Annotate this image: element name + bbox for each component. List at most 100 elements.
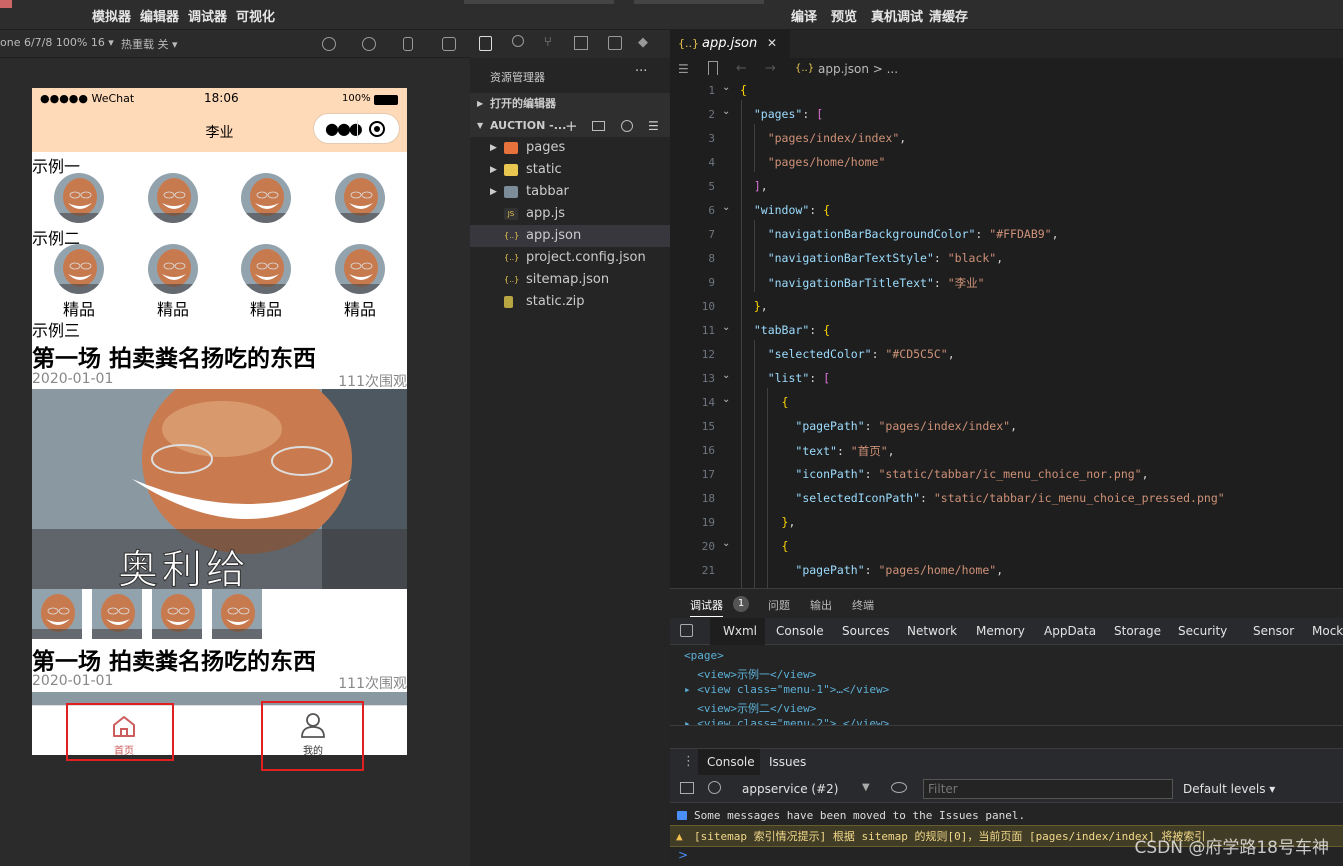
open-editors-section[interactable]: ▶ 打开的编辑器 [470, 93, 670, 115]
eye-icon[interactable] [891, 782, 907, 793]
file-item-static-zip[interactable]: static.zip [470, 291, 670, 313]
phone-icon[interactable] [403, 37, 413, 51]
sidebar-toggle-icon[interactable] [680, 782, 694, 794]
code-line[interactable]: "selectedColor": "#CD5C5C", [740, 347, 955, 361]
code-editor[interactable]: 1 ⌄{2 ⌄ "pages": [3 "pages/index/index", 4 … [670, 82, 1343, 588]
list-icon[interactable]: ☰ [678, 62, 689, 76]
fold-chevron-icon[interactable]: ⌄ [722, 82, 730, 93]
chevron-right-icon[interactable]: ▶ [490, 181, 497, 203]
thumbnail[interactable] [212, 589, 262, 639]
avatar[interactable] [335, 244, 385, 294]
avatar[interactable] [54, 173, 104, 223]
file-item-static[interactable]: ▶ static [470, 159, 670, 181]
project-section[interactable]: ▼ AUCTION -... + ☰ [470, 115, 670, 137]
tab-problems[interactable]: 问题 [768, 597, 790, 613]
avatar[interactable] [148, 244, 198, 294]
filter-input[interactable] [923, 779, 1173, 799]
devtab-mock[interactable]: Mock [1312, 624, 1343, 638]
code-line[interactable]: "navigationBarTitleText": "李业" [740, 275, 985, 291]
devtab-sensor[interactable]: Sensor [1253, 624, 1294, 638]
devtab-sources[interactable]: Sources [842, 624, 889, 638]
storage-icon[interactable] [608, 36, 622, 50]
code-line[interactable]: "pagePath": "pages/home/home", [740, 563, 1003, 577]
wxml-node[interactable]: ▸ <view class="menu-1">…</view> [684, 683, 889, 696]
source-control-icon[interactable]: ⑂ [544, 35, 552, 50]
close-circle-icon[interactable] [369, 121, 385, 137]
mode-select[interactable] [464, 0, 614, 4]
inspect-icon[interactable] [680, 624, 693, 637]
code-line[interactable]: "window": { [740, 203, 830, 217]
remote-debug-button[interactable]: 真机调试 [871, 6, 923, 25]
fold-chevron-icon[interactable]: ⌄ [722, 322, 730, 333]
code-line[interactable]: "iconPath": "static/tabbar/ic_menu_choic… [740, 467, 1148, 481]
refresh-icon[interactable] [322, 37, 336, 51]
devtab-security[interactable]: Security [1178, 624, 1227, 638]
compile-mode-select[interactable] [634, 0, 764, 4]
menu-editor[interactable]: 编辑器 [140, 6, 179, 25]
post-title[interactable]: 第一场 拍卖粪名扬吃的东西 [32, 642, 316, 676]
console-prompt[interactable]: > [678, 848, 688, 862]
avatar[interactable] [148, 173, 198, 223]
device-select[interactable]: one 6/7/8 100% 16 ▾ [0, 36, 114, 49]
wxml-node[interactable]: <view>示例一</view> [684, 666, 816, 682]
chevron-right-icon[interactable]: ▶ [490, 159, 497, 181]
clear-console-icon[interactable] [708, 781, 721, 794]
avatar[interactable] [0, 0, 12, 8]
file-item-tabbar[interactable]: ▶ tabbar [470, 181, 670, 203]
avatar[interactable] [241, 173, 291, 223]
code-line[interactable]: { [740, 539, 789, 553]
menu-debugger[interactable]: 调试器 [188, 6, 227, 25]
refresh-explorer-icon[interactable] [621, 120, 633, 132]
drawer-tab-issues[interactable]: Issues [769, 755, 806, 769]
file-item-pages[interactable]: ▶ pages [470, 137, 670, 159]
fold-chevron-icon[interactable]: ⌄ [722, 538, 730, 549]
clear-cache-button[interactable]: 清缓存 [929, 6, 968, 25]
devtab-appdata[interactable]: AppData [1044, 624, 1096, 638]
post-title[interactable]: 第一场 拍卖粪名扬吃的东西 [32, 339, 316, 373]
chevron-down-icon[interactable]: ▼ [862, 782, 870, 793]
thumbnail[interactable] [92, 589, 142, 639]
thumbnail[interactable] [32, 589, 82, 639]
devtab-network[interactable]: Network [907, 624, 957, 638]
file-item-sitemap-json[interactable]: {..} sitemap.json [470, 269, 670, 291]
wxml-node[interactable]: <page> [684, 649, 724, 662]
code-line[interactable]: "selectedIconPath": "static/tabbar/ic_me… [740, 491, 1224, 505]
menu-simulator[interactable]: 模拟器 [92, 6, 131, 25]
tab-app-json[interactable]: {..} app.json ✕ [670, 30, 790, 58]
code-line[interactable]: "pages/home/home" [740, 155, 886, 169]
code-line[interactable]: "navigationBarBackgroundColor": "#FFDAB9… [740, 227, 1059, 241]
hotreload-select[interactable]: 热重载 关 ▾ [121, 36, 178, 52]
bookmark-icon[interactable] [708, 61, 718, 75]
code-line[interactable]: "pagePath": "pages/index/index", [740, 419, 1017, 433]
search-icon[interactable] [512, 35, 524, 47]
fold-chevron-icon[interactable]: ⌄ [722, 370, 730, 381]
fold-chevron-icon[interactable]: ⌄ [722, 202, 730, 213]
forward-arrow-icon[interactable]: → [765, 61, 776, 76]
post-image[interactable]: 奥利给 [32, 389, 407, 589]
code-line[interactable]: "pages": [ [740, 107, 823, 121]
devtab-console[interactable]: Console [776, 624, 824, 638]
compile-button[interactable]: 编译 [791, 6, 817, 25]
code-line[interactable]: }, [740, 299, 768, 313]
fold-chevron-icon[interactable]: ⌄ [722, 394, 730, 405]
fold-chevron-icon[interactable]: ⌄ [722, 106, 730, 117]
code-line[interactable]: { [740, 395, 789, 409]
tab-output[interactable]: 输出 [810, 597, 832, 613]
code-line[interactable]: ], [740, 179, 768, 193]
code-line[interactable]: "pages/index/index", [740, 131, 907, 145]
new-file-icon[interactable]: + [565, 115, 578, 137]
preview-button[interactable]: 预览 [831, 6, 857, 25]
stop-icon[interactable] [362, 37, 376, 51]
wxml-tree[interactable]: <page> <view>示例一</view> ▸ <view class="m… [670, 645, 1343, 725]
code-line[interactable]: "text": "首页", [740, 443, 894, 459]
code-line[interactable]: { [740, 83, 747, 97]
tab-terminal[interactable]: 终端 [852, 597, 874, 613]
files-icon[interactable] [479, 36, 492, 51]
devtab-wxml[interactable]: Wxml [723, 624, 757, 638]
drawer-tab-console[interactable]: Console [707, 755, 755, 769]
file-item-app-json[interactable]: {..} app.json [470, 225, 670, 247]
avatar[interactable] [54, 244, 104, 294]
devtab-memory[interactable]: Memory [976, 624, 1025, 638]
thumbnail[interactable] [152, 589, 202, 639]
breadcrumb-path[interactable]: app.json > ... [818, 62, 898, 76]
